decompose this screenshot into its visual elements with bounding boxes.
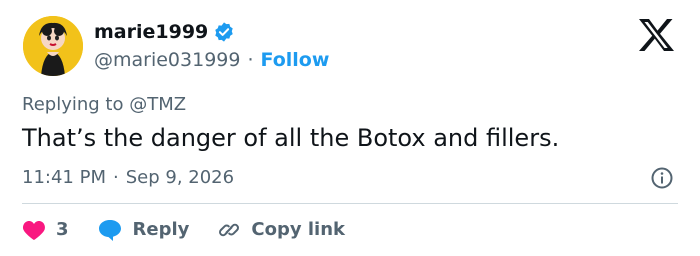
separator-dot: ·: [247, 49, 254, 71]
reply-label: Reply: [132, 219, 190, 240]
follow-button[interactable]: Follow: [261, 48, 330, 72]
like-count: 3: [56, 219, 69, 240]
like-button[interactable]: 3: [22, 218, 69, 242]
link-icon: [219, 223, 240, 237]
author-name-row: marie1999: [94, 20, 235, 44]
x-logo-icon[interactable]: [637, 18, 675, 52]
copy-link-button[interactable]: Copy link: [217, 218, 345, 242]
divider: [22, 203, 678, 204]
copy-link-label: Copy link: [251, 219, 345, 240]
tweet-timestamp[interactable]: 11:41 PM · Sep 9, 2026: [22, 166, 234, 190]
replying-prefix: Replying to: [22, 94, 124, 115]
heart-icon: [23, 221, 45, 240]
author-handle[interactable]: @marie031999: [94, 48, 240, 72]
reply-button[interactable]: Reply: [97, 218, 190, 242]
timestamp-separator: ·: [112, 167, 119, 188]
action-bar: 3 Reply Copy link: [22, 216, 345, 244]
tweet-text: That’s the danger of all the Botox and f…: [22, 124, 560, 152]
info-icon[interactable]: [650, 166, 674, 190]
author-display-name[interactable]: marie1999: [94, 20, 208, 44]
avatar[interactable]: [23, 16, 83, 76]
author-handle-row: @marie031999 · Follow: [94, 48, 329, 72]
tweet-time: 11:41 PM: [22, 167, 106, 188]
tweet-date: Sep 9, 2026: [125, 167, 235, 188]
reply-bubble-icon: [98, 220, 121, 241]
replying-to-line: Replying to @TMZ: [22, 94, 186, 116]
betty-boop-avatar: [23, 16, 83, 76]
reply-mention-link[interactable]: @TMZ: [129, 94, 186, 115]
verified-badge-icon: [213, 21, 235, 43]
